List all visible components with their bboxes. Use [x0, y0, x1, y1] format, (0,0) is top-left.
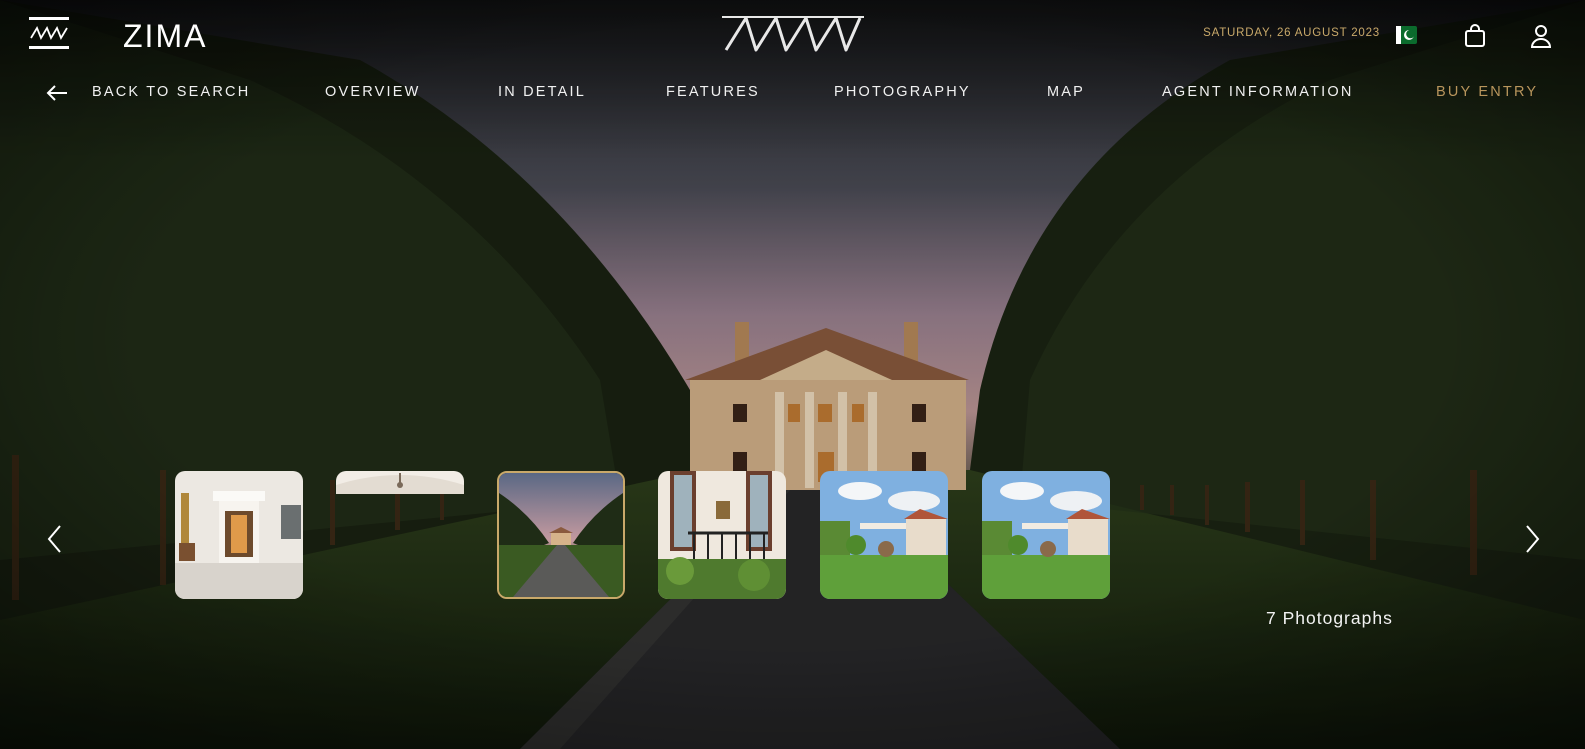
hero-image — [0, 0, 1585, 749]
back-to-search-link[interactable]: BACK TO SEARCH — [92, 84, 250, 100]
user-icon[interactable] — [1530, 24, 1552, 48]
tab-features[interactable]: FEATURES — [666, 84, 760, 100]
back-arrow-icon[interactable] — [45, 84, 69, 102]
tab-overview[interactable]: OVERVIEW — [325, 84, 421, 100]
section-nav: BACK TO SEARCH OVERVIEW IN DETAIL FEATUR… — [0, 80, 1585, 110]
top-bar: ZIMA SATURDAY, 26 AUGUST 2023 — [0, 0, 1585, 70]
thumbnail-estate-driveway[interactable] — [497, 471, 625, 599]
tab-map[interactable]: MAP — [1047, 84, 1085, 100]
current-date: SATURDAY, 26 AUGUST 2023 — [1203, 27, 1380, 39]
tab-agent-information[interactable]: AGENT INFORMATION — [1162, 84, 1354, 100]
thumbnail-terrace-doorway[interactable] — [658, 471, 786, 599]
photo-count: 7 Photographs — [1266, 608, 1393, 628]
tab-in-detail[interactable]: IN DETAIL — [498, 84, 586, 100]
logo-mark[interactable] — [722, 14, 864, 54]
thumbnail-interior-hall[interactable] — [175, 471, 303, 599]
previous-arrow-icon[interactable] — [44, 522, 66, 556]
menu-icon[interactable] — [29, 16, 71, 50]
flag-icon[interactable] — [1396, 26, 1417, 44]
thumbnail-garden-pergola-2[interactable] — [982, 471, 1110, 599]
shopping-bag-icon[interactable] — [1464, 24, 1486, 48]
tab-photography[interactable]: PHOTOGRAPHY — [834, 84, 971, 100]
next-arrow-icon[interactable] — [1521, 522, 1543, 556]
brand-name: ZIMA — [123, 18, 208, 54]
thumbnail-garden-pergola[interactable] — [820, 471, 948, 599]
buy-entry-link[interactable]: BUY ENTRY — [1436, 84, 1538, 100]
brand-logo[interactable]: ZIMA — [123, 18, 207, 55]
thumbnail-ceiling-chandelier[interactable] — [336, 471, 464, 494]
